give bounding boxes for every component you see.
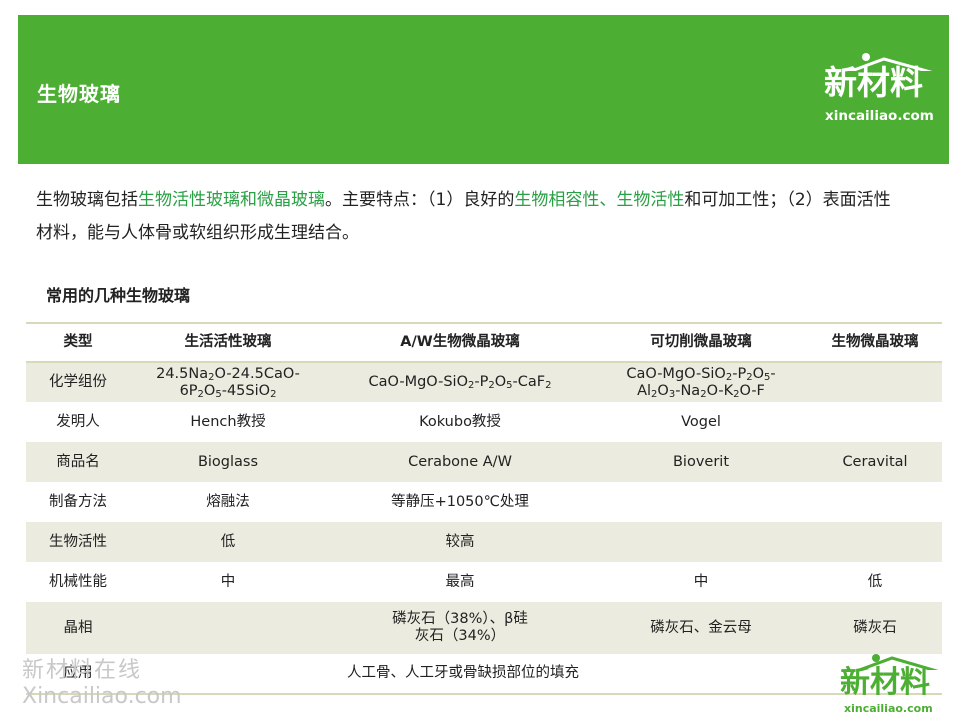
- table-cell: 低: [867, 573, 883, 590]
- table-cell: 最高: [445, 573, 475, 590]
- watermark: 新材料在线 Xincailiao.com: [22, 658, 182, 710]
- table-cell: Ceravital: [842, 453, 908, 470]
- formula-cell: [808, 362, 942, 402]
- table-cell: [808, 402, 942, 442]
- intro-text-2: 。主要特点：（1）良好的: [325, 190, 515, 210]
- table-cell: [130, 602, 326, 654]
- row-label: 化学组份: [49, 374, 107, 390]
- table-cell: 熔融法: [206, 493, 250, 510]
- page-title: 生物玻璃: [37, 82, 121, 106]
- table-cell: Cerabone A/W: [408, 453, 512, 470]
- table-cell: Vogel: [681, 413, 721, 430]
- table-row-method: 制备方法 熔融法 等静压+1050℃处理: [26, 482, 942, 522]
- header-cell: A/W生物微晶玻璃: [326, 323, 594, 363]
- watermark-cn: 新材料在线: [22, 658, 143, 683]
- table-cell: [808, 482, 942, 522]
- logo-text-en: xincailiao.com: [825, 108, 934, 124]
- table-row-mechanical: 机械性能 中 最高 中 低: [26, 562, 942, 602]
- header-cell: 生物微晶玻璃: [808, 323, 942, 363]
- table-title: 常用的几种生物玻璃: [46, 286, 191, 305]
- table-cell: 磷灰石: [853, 619, 897, 636]
- table-cell: 中: [220, 573, 236, 590]
- brand-logo: 新材料 xincailiao.com: [824, 51, 944, 133]
- table-cell: [594, 522, 808, 562]
- footer-logo-cn: 新材料: [840, 665, 930, 700]
- intro-highlight-2: 生物相容性、生物活性: [514, 190, 685, 210]
- table-cell: Bioverit: [672, 453, 730, 470]
- intro-text-1: 生物玻璃包括: [36, 190, 138, 210]
- intro-highlight-1: 生物活性玻璃和微晶玻璃: [138, 190, 325, 210]
- table-row-inventor: 发明人 Hench教授 Kokubo教授 Vogel: [26, 402, 942, 442]
- table-header-row: 类型 生活活性玻璃 A/W生物微晶玻璃 可切削微晶玻璃 生物微晶玻璃: [26, 323, 942, 363]
- header-cell: 类型: [26, 323, 130, 363]
- table-cell: 等静压+1050℃处理: [391, 493, 529, 510]
- formula-cell: CaO-MgO-SiO2-P2O5-CaF2: [368, 374, 552, 391]
- row-label: 制备方法: [49, 493, 107, 510]
- table-row-composition: 化学组份 24.5Na2O-24.5CaO- 6P2O5-45SiO2 CaO-M…: [26, 362, 942, 402]
- footer-logo: 新材料 xincailiao.com: [836, 652, 948, 716]
- table-cell: Kokubo教授: [419, 413, 501, 430]
- watermark-en: Xincailiao.com: [22, 684, 182, 709]
- row-label: 晶相: [63, 619, 93, 636]
- phase-text: 磷灰石（38%）、β硅灰石（34%）: [392, 611, 528, 644]
- formula-cell: 24.5Na2O-24.5CaO- 6P2O5-45SiO2: [156, 365, 300, 400]
- header-bar: 生物玻璃 新材料 xincailiao.com: [18, 15, 949, 164]
- bioglass-table: 类型 生活活性玻璃 A/W生物微晶玻璃 可切削微晶玻璃 生物微晶玻璃 化学组份 …: [26, 322, 942, 695]
- row-label: 商品名: [56, 453, 100, 470]
- table-cell: Bioglass: [197, 453, 259, 470]
- table-cell: 低: [220, 533, 236, 550]
- table-cell: Hench教授: [190, 413, 266, 430]
- table-cell: [594, 482, 808, 522]
- header-cell: 生活活性玻璃: [130, 323, 326, 363]
- intro-paragraph: 生物玻璃包括生物活性玻璃和微晶玻璃。主要特点：（1）良好的生物相容性、生物活性和…: [36, 184, 896, 250]
- table-cell: 磷灰石、金云母: [650, 619, 752, 636]
- table-cell: 中: [693, 573, 709, 590]
- table-row-trade-name: 商品名 Bioglass Cerabone A/W Bioverit Cerav…: [26, 442, 942, 482]
- row-label: 发明人: [56, 413, 100, 430]
- header-cell: 可切削微晶玻璃: [594, 323, 808, 363]
- row-label: 生物活性: [49, 533, 107, 550]
- row-label: 机械性能: [49, 573, 107, 590]
- logo-text-cn: 新材料: [824, 63, 923, 102]
- table-cell: 人工骨、人工牙或骨缺损部位的填充: [347, 665, 579, 681]
- table-cell: [808, 522, 942, 562]
- footer-logo-en: xincailiao.com: [844, 702, 933, 715]
- table-cell: 磷灰石（38%）、β硅灰石（34%）: [326, 602, 594, 654]
- table-row-phase: 晶相 磷灰石（38%）、β硅灰石（34%） 磷灰石、金云母 磷灰石: [26, 602, 942, 654]
- table-row-activity: 生物活性 低 较高: [26, 522, 942, 562]
- table-cell: 较高: [445, 533, 475, 550]
- formula-cell: CaO-MgO-SiO2-P2O5- Al2O3-Na2O-K2O-F: [626, 365, 776, 400]
